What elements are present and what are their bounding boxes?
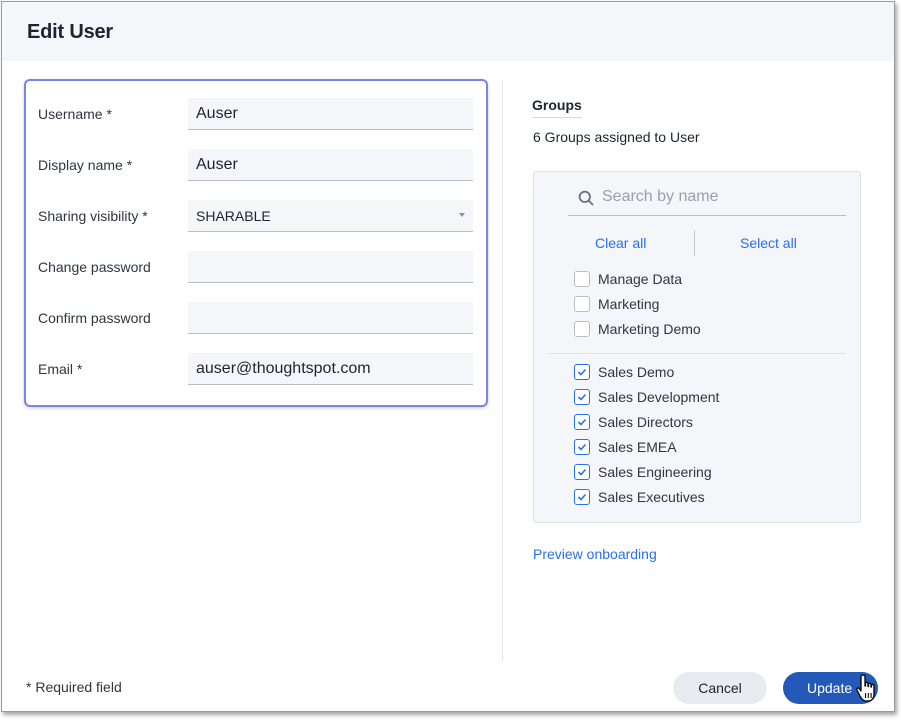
change-password-row: Change password — [26, 251, 486, 283]
groups-panel: Clear all Select all Manage Data Marketi… — [533, 171, 861, 523]
list-divider — [548, 353, 846, 354]
hand-pointer-cursor-icon — [856, 674, 875, 702]
username-input[interactable] — [188, 98, 473, 130]
group-label: Sales Development — [598, 389, 720, 405]
checkmark-icon — [577, 443, 587, 451]
sharing-visibility-label: Sharing visibility * — [38, 208, 148, 224]
cancel-button[interactable]: Cancel — [673, 672, 767, 704]
email-label: Email * — [38, 361, 83, 377]
group-label: Sales Engineering — [598, 464, 712, 480]
display-name-row: Display name * — [26, 149, 486, 181]
confirm-password-row: Confirm password — [26, 302, 486, 334]
checkbox-checked[interactable] — [574, 364, 590, 380]
chevron-down-icon — [459, 213, 465, 217]
checkmark-icon — [577, 368, 587, 376]
username-label: Username * — [38, 106, 112, 122]
group-label: Sales Directors — [598, 414, 693, 430]
group-label: Sales Executives — [598, 489, 705, 505]
dialog-header: Edit User — [2, 2, 894, 61]
checkbox-checked[interactable] — [574, 414, 590, 430]
confirm-password-input[interactable] — [188, 302, 473, 334]
checkbox[interactable] — [574, 271, 590, 287]
email-input[interactable] — [188, 353, 473, 385]
user-form: Username * Display name * Sharing visibi… — [24, 79, 488, 407]
checkbox[interactable] — [574, 321, 590, 337]
sharing-visibility-row: Sharing visibility * SHARABLE — [26, 200, 486, 232]
edit-user-dialog: Edit User Username * Display name * Shar… — [1, 1, 895, 712]
group-search — [568, 180, 846, 216]
checkmark-icon — [577, 418, 587, 426]
email-row: Email * — [26, 353, 486, 385]
change-password-input[interactable] — [188, 251, 473, 283]
display-name-label: Display name * — [38, 157, 133, 173]
username-row: Username * — [26, 98, 486, 130]
checkbox-checked[interactable] — [574, 464, 590, 480]
display-name-input[interactable] — [188, 149, 473, 181]
column-divider — [502, 79, 503, 661]
checkmark-icon — [577, 493, 587, 501]
search-icon — [578, 190, 594, 206]
dialog-title: Edit User — [27, 21, 114, 43]
checkbox-checked[interactable] — [574, 389, 590, 405]
group-label: Marketing Demo — [598, 321, 701, 337]
sharing-visibility-select[interactable]: SHARABLE — [188, 200, 473, 232]
select-all-button[interactable]: Select all — [740, 235, 797, 251]
group-search-input[interactable] — [602, 186, 832, 208]
preview-onboarding-link[interactable]: Preview onboarding — [533, 546, 657, 562]
group-label: Sales EMEA — [598, 439, 677, 455]
groups-count: 6 Groups assigned to User — [533, 129, 700, 145]
group-label: Sales Demo — [598, 364, 675, 380]
required-field-note: * Required field — [26, 679, 122, 695]
confirm-password-label: Confirm password — [38, 310, 151, 326]
checkmark-icon — [577, 468, 587, 476]
checkbox-checked[interactable] — [574, 439, 590, 455]
groups-heading: Groups — [532, 97, 582, 118]
checkbox-checked[interactable] — [574, 489, 590, 505]
button-divider — [694, 230, 695, 256]
group-label: Manage Data — [598, 271, 683, 287]
change-password-label: Change password — [38, 259, 151, 275]
checkmark-icon — [577, 393, 587, 401]
group-label: Marketing — [598, 296, 660, 312]
sharing-visibility-value: SHARABLE — [196, 208, 271, 224]
clear-all-button[interactable]: Clear all — [595, 235, 646, 251]
checkbox[interactable] — [574, 296, 590, 312]
